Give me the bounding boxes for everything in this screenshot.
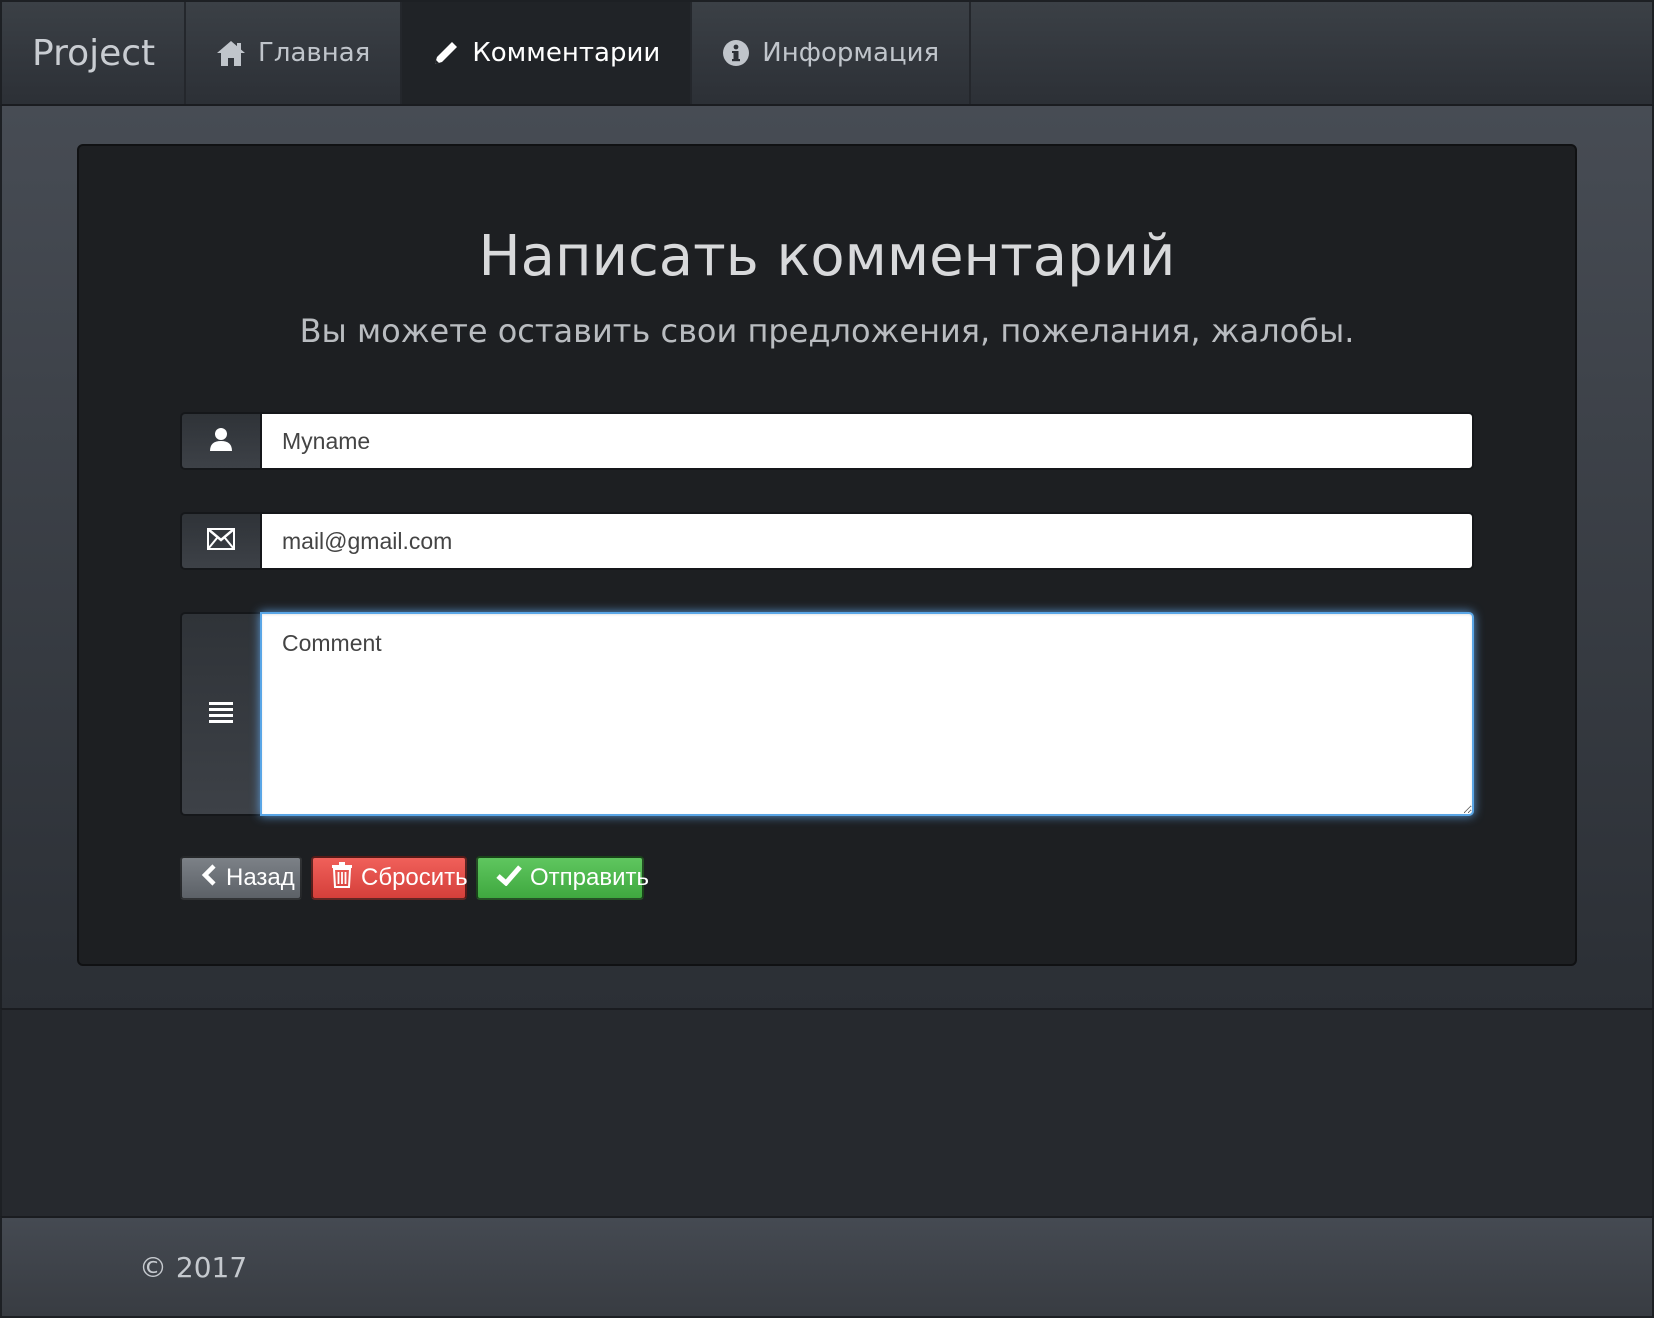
copyright-text: © 2017 — [139, 1251, 248, 1284]
list-lines-icon — [208, 700, 234, 729]
comment-textarea[interactable] — [260, 612, 1474, 816]
footer: © 2017 — [0, 1216, 1654, 1318]
nav-item-label: Информация — [762, 38, 940, 68]
comment-addon — [180, 612, 260, 816]
name-addon — [180, 412, 260, 470]
page-title: Написать комментарий — [478, 224, 1176, 289]
nav-item-comments[interactable]: Комментарии — [402, 2, 693, 104]
reset-button-label: Сбросить — [361, 864, 468, 891]
nav-item-home[interactable]: Главная — [186, 2, 403, 104]
nav-item-info[interactable]: Информация — [692, 2, 972, 104]
comment-input-group — [180, 612, 1474, 816]
send-button[interactable]: Отправить — [476, 856, 649, 900]
email-input-group — [180, 512, 1474, 570]
name-field[interactable] — [260, 412, 1474, 470]
nav-item-label: Главная — [258, 38, 371, 68]
page-subtitle: Вы можете оставить свои предложения, пож… — [299, 312, 1355, 350]
pencil-icon — [432, 39, 460, 67]
email-field[interactable] — [260, 512, 1474, 570]
send-button-label: Отправить — [530, 864, 650, 891]
content-spacer — [0, 1008, 1654, 1216]
form-buttons: Назад Сбросить Отправить — [180, 856, 649, 900]
name-input-group — [180, 412, 1474, 470]
nav-item-label: Комментарии — [472, 38, 661, 68]
reset-button[interactable]: Сбросить — [311, 856, 468, 900]
home-icon — [216, 39, 246, 67]
comment-form-panel: Написать комментарий Вы можете оставить … — [77, 144, 1577, 966]
back-button[interactable]: Назад — [180, 856, 302, 900]
chevron-left-icon — [200, 863, 218, 893]
checkmark-icon — [496, 864, 522, 893]
trash-icon — [331, 861, 353, 895]
info-icon — [722, 39, 750, 67]
envelope-icon — [207, 527, 235, 555]
navbar: Project Главная Комментарии Информация — [0, 0, 1654, 106]
email-addon — [180, 512, 260, 570]
back-button-label: Назад — [226, 864, 295, 891]
user-icon — [208, 426, 234, 457]
brand-logo[interactable]: Project — [2, 2, 186, 104]
